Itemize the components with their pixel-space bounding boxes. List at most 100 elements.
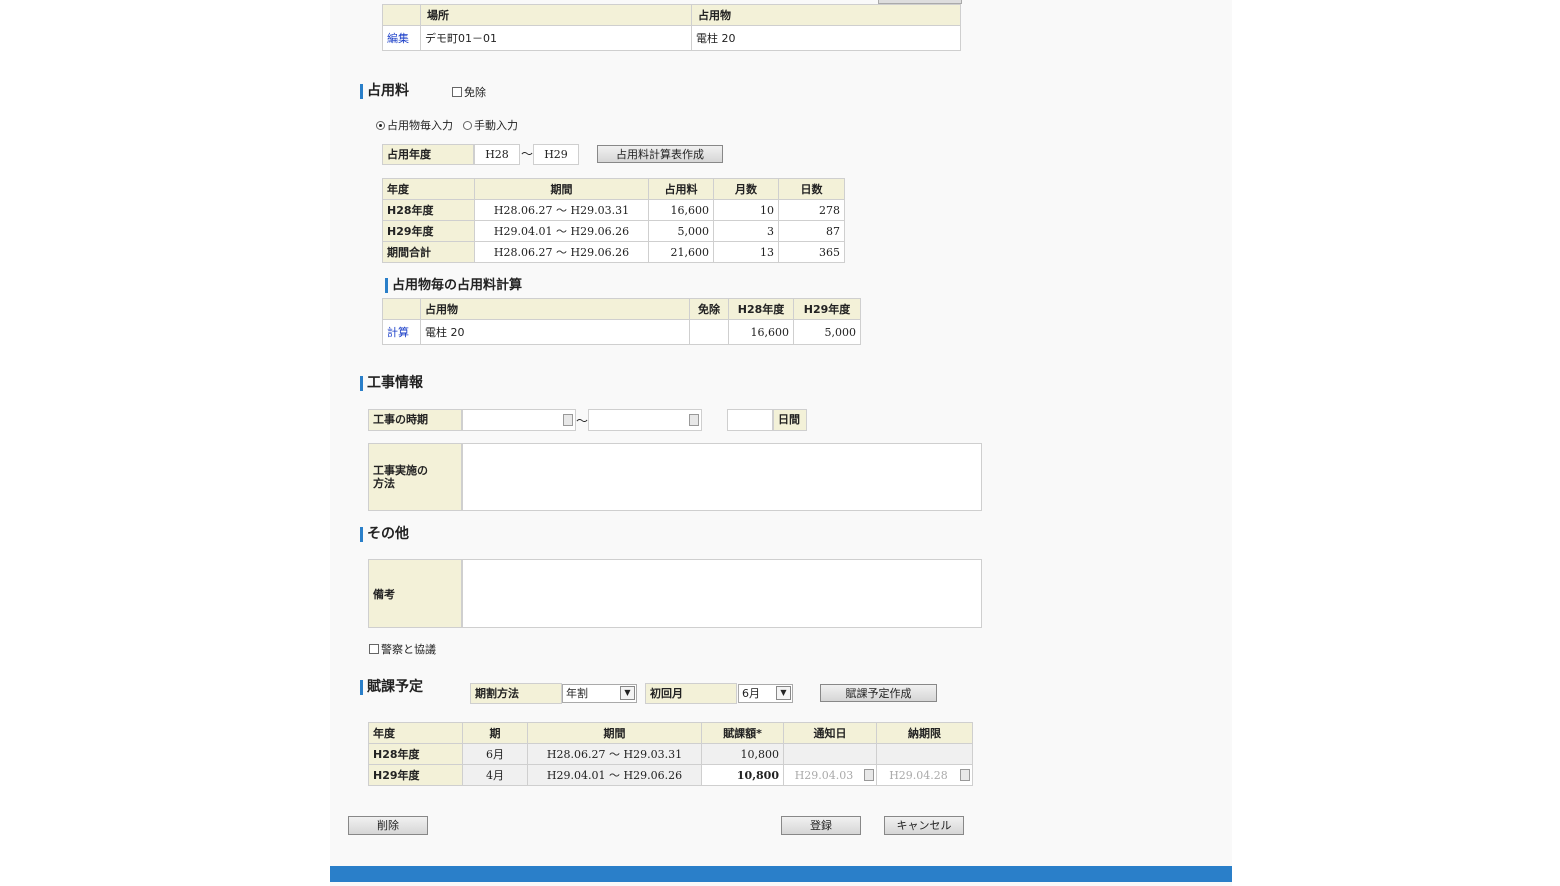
fee-exempt-label: 免除 <box>464 86 486 99</box>
construction-tilde: ～ <box>576 414 589 428</box>
table-row: H28年度 6月 H28.06.27 ～ H29.03.31 10,800 <box>368 743 973 765</box>
calendar-icon[interactable] <box>960 769 970 781</box>
delete-button[interactable]: 削除 <box>348 816 428 835</box>
fee-exempt-checkbox[interactable]: 免除 <box>452 84 486 100</box>
fee-year-to-input[interactable]: H29 <box>533 144 579 165</box>
year-cell: H29年度 <box>368 764 463 786</box>
days-cell: 87 <box>778 220 845 242</box>
police-consult-label: 警察と協議 <box>381 643 436 656</box>
fee-table: 年度 期間 占用料 月数 日数 H28年度 H28.06.27 ～ H29.03… <box>382 178 845 263</box>
construction-method-textarea[interactable] <box>462 443 982 511</box>
period-cell: H29.04.01 ～ H29.06.26 <box>474 220 649 242</box>
fee-year-from-input[interactable]: H28 <box>474 144 520 165</box>
construction-days-input[interactable] <box>727 409 773 431</box>
col-header-term: 期 <box>462 722 528 744</box>
fee-calc-button[interactable]: 占用料計算表作成 <box>597 145 723 163</box>
radio-manual-icon[interactable] <box>463 120 472 130</box>
calendar-icon[interactable] <box>563 414 573 426</box>
year-cell: 期間合計 <box>382 241 475 263</box>
period-cell: H28.06.27 ～ H29.06.26 <box>474 241 649 263</box>
location-table: 場所 占用物 編集 デモ町01－01 電柱 20 <box>382 4 961 51</box>
table-row: H28年度 H28.06.27 ～ H29.03.31 16,600 10 27… <box>382 199 845 221</box>
days-cell: 278 <box>778 199 845 221</box>
construction-start-input[interactable] <box>462 409 576 431</box>
col-header-h29: H29年度 <box>793 298 861 320</box>
months-cell: 10 <box>713 199 779 221</box>
col-header-days: 日数 <box>778 178 845 200</box>
construction-end-input[interactable] <box>588 409 702 431</box>
chevron-down-icon[interactable]: ▼ <box>776 686 791 700</box>
year-cell: H29年度 <box>382 220 475 242</box>
period-cell: H28.06.27 ～ H29.03.31 <box>474 199 649 221</box>
due-date-input[interactable]: H29.04.28 <box>876 764 973 786</box>
calendar-icon[interactable] <box>864 769 874 781</box>
split-method-select[interactable]: 年割 ▼ <box>562 684 637 703</box>
notice-date-input[interactable]: H29.04.03 <box>783 764 877 786</box>
exempt-cell <box>689 319 729 345</box>
fee-cell: 5,000 <box>648 220 714 242</box>
remarks-label: 備考 <box>368 559 462 628</box>
cancel-button[interactable]: キャンセル <box>884 816 964 835</box>
table-row: 期間合計 H28.06.27 ～ H29.06.26 21,600 13 365 <box>382 241 845 263</box>
col-header-object: 占用物 <box>691 4 961 26</box>
first-month-select[interactable]: 6月 ▼ <box>738 684 793 703</box>
term-cell: 6月 <box>462 743 528 765</box>
schedule-section-title: 賦課予定 <box>360 680 423 695</box>
split-method-label: 期割方法 <box>470 683 562 704</box>
schedule-table: 年度 期 期間 賦課額* 通知日 納期限 H28年度 6月 H28.06.27 … <box>368 722 973 786</box>
input-mode-radios: 占用物毎入力 手動入力 <box>376 117 518 133</box>
fee-cell: 16,600 <box>648 199 714 221</box>
col-header-year: 年度 <box>368 722 463 744</box>
months-cell: 3 <box>713 220 779 242</box>
first-month-label: 初回月 <box>645 683 737 704</box>
split-method-value: 年割 <box>566 687 588 700</box>
col-header-months: 月数 <box>713 178 779 200</box>
table-row: H29年度 4月 H29.04.01 ～ H29.06.26 10,800 H2… <box>368 764 973 786</box>
table-row: H29年度 H29.04.01 ～ H29.06.26 5,000 3 87 <box>382 220 845 242</box>
checkbox-icon[interactable] <box>369 644 379 654</box>
calc-link[interactable]: 計算 <box>387 326 409 339</box>
footer-bar <box>330 866 1232 882</box>
col-header <box>382 4 421 26</box>
construction-section-title: 工事情報 <box>360 376 423 391</box>
months-cell: 13 <box>713 241 779 263</box>
first-month-value: 6月 <box>742 687 760 700</box>
remarks-label-text: 備考 <box>373 588 395 601</box>
col-header-h28: H28年度 <box>728 298 794 320</box>
fee-section-title: 占用料 <box>360 84 409 99</box>
construction-method-label: 工事実施の方法 <box>368 443 462 511</box>
notice-cell <box>783 743 877 765</box>
year-cell: H28年度 <box>368 743 463 765</box>
edit-link[interactable]: 編集 <box>387 32 409 45</box>
amount-input[interactable]: 10,800 <box>701 764 784 786</box>
construction-method-label-text: 工事実施の方法 <box>373 464 428 490</box>
place-cell: デモ町01－01 <box>420 25 692 51</box>
term-cell: 4月 <box>462 764 528 786</box>
col-header-exempt: 免除 <box>689 298 729 320</box>
fee-year-label: 占用年度 <box>382 144 474 165</box>
col-header-due: 納期限 <box>876 722 973 744</box>
object-cell: 電柱 20 <box>420 319 690 345</box>
object-cell: 電柱 20 <box>691 25 961 51</box>
h29-cell: 5,000 <box>793 319 861 345</box>
chevron-down-icon[interactable]: ▼ <box>620 686 635 700</box>
radio-manual-label: 手動入力 <box>474 119 518 132</box>
create-schedule-button[interactable]: 賦課予定作成 <box>820 684 937 702</box>
radio-auto-icon[interactable] <box>376 120 385 130</box>
col-header-place: 場所 <box>420 4 692 26</box>
fee-year-tilde: ～ <box>521 147 534 161</box>
checkbox-icon[interactable] <box>452 87 462 97</box>
per-object-section-title: 占用物毎の占用料計算 <box>385 278 522 293</box>
remarks-textarea[interactable] <box>462 559 982 628</box>
construction-period-label: 工事の時期 <box>368 409 462 431</box>
table-row: 計算 電柱 20 16,600 5,000 <box>382 319 861 345</box>
police-consult-checkbox[interactable]: 警察と協議 <box>369 641 436 657</box>
h28-cell: 16,600 <box>728 319 794 345</box>
construction-days-unit: 日間 <box>773 409 807 431</box>
register-button[interactable]: 登録 <box>781 816 861 835</box>
col-header-period: 期間 <box>527 722 702 744</box>
calendar-icon[interactable] <box>689 414 699 426</box>
amount-cell: 10,800 <box>701 743 784 765</box>
col-header-fee: 占用料 <box>648 178 714 200</box>
notice-date-value: H29.04.03 <box>794 768 854 782</box>
